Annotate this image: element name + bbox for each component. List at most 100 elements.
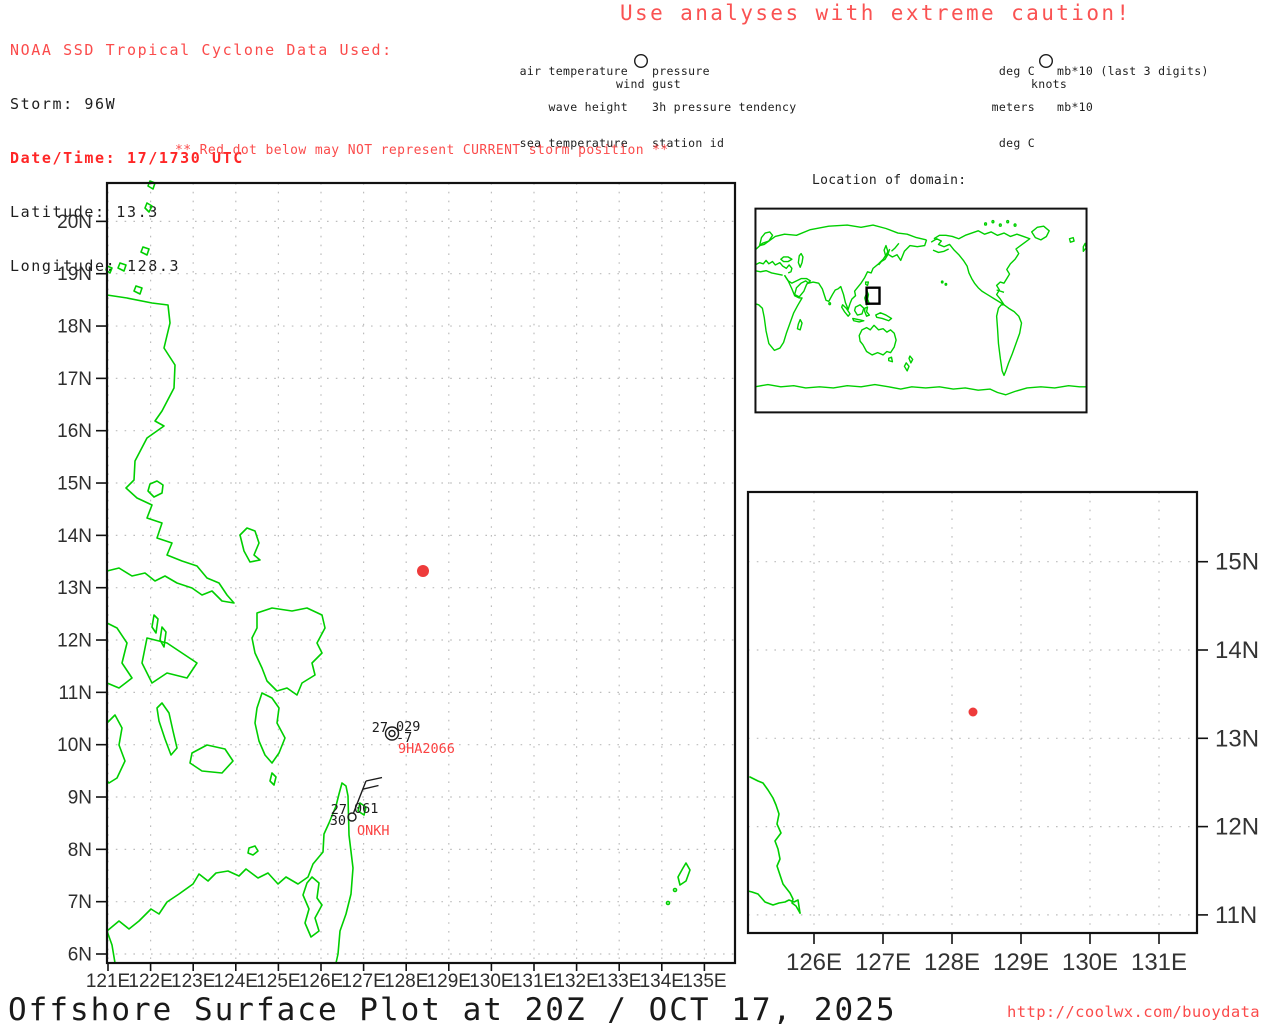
island [270,773,276,785]
island-sulawesi [865,307,870,316]
lat-tick-label: 11N [1215,902,1257,929]
coast-panay [107,623,132,688]
lon-tick-label: 122E [128,971,172,992]
lon-tick-label: 130E [1062,949,1118,976]
inset-axes: 126E127E128E129E130E131E15N14N13N12N11N [786,549,1259,976]
station-plot-9HA2066: 27 029 -7 9HA2066 [372,719,455,757]
noaa-data-line: NOAA SSD Tropical Cyclone Data Used: [10,41,393,59]
lon-tick-label: 135E [682,971,726,992]
lat-tick-label: 13N [1215,725,1259,752]
sri-lanka [829,303,831,305]
plot-title: Offshore Surface Plot at 20Z / OCT 17, 2… [8,992,897,1024]
unit-deg-c-1: deg C [835,65,1035,77]
island-polillo [148,481,163,497]
islet [674,889,677,892]
lat-tick-label: 11N [59,683,92,704]
lat-tick-label: 8N [68,840,92,861]
caspian-sea [798,254,803,268]
lon-tick-label: 134E [640,971,684,992]
arctic-island [985,223,987,225]
lat-tick-label: 18N [57,317,92,338]
main-map: 121E122E123E124E125E126E127E128E129E130E… [50,175,750,997]
black-sea [781,257,792,262]
island-borneo [855,305,864,315]
coast-europe [755,260,792,273]
legend-wave-height: wave height [428,101,628,113]
arctic-island [1007,221,1009,223]
station-legend-fields-right: pressure 3h pressure tendency station id [652,41,796,173]
lat-tick-label: 20N [57,212,92,233]
kuril-islands [891,243,898,251]
lat-tick-label: 19N [57,264,92,285]
lon-tick-label: 132E [554,971,598,992]
island-new-guinea [876,313,892,321]
inset-coastlines [748,777,800,913]
lon-tick-label: 130E [469,971,513,992]
station-circle-icon [633,53,649,69]
australia [859,325,896,355]
lat-tick-label: 17N [57,369,92,390]
hawaii [945,283,946,285]
lon-tick-label: 127E [341,971,385,992]
buoy-plot-page: NOAA SSD Tropical Cyclone Data Used: Sto… [0,0,1280,1024]
coast-med-south [755,271,783,276]
source-url-link[interactable]: http://coolwx.com/buoydata [1007,1003,1260,1021]
new-zealand-north [909,356,913,363]
lon-tick-label: 125E [256,971,300,992]
lon-tick-label: 124E [214,971,258,992]
lat-tick-label: 14N [1215,637,1259,664]
lon-tick-label: 131E [512,971,556,992]
lon-tick-label: 126E [299,971,343,992]
island-dinagat [303,877,322,937]
lon-tick-label: 129E [993,949,1049,976]
island-tasmania [889,357,893,362]
storm-position-warning: ** Red dot below may NOT represent CURRE… [175,143,669,158]
island-catanduanes [240,528,260,562]
island [152,615,158,633]
island-palau [678,863,690,885]
station-pressure: 061 [354,801,378,817]
island [118,263,126,271]
unit-mb10: mb*10 [1057,101,1209,113]
unit-meters: meters [835,101,1035,113]
legend-air-temperature: air temperature [428,65,628,77]
station-id: 9HA2066 [398,741,455,757]
lat-tick-label: 15N [1215,549,1259,576]
lat-tick-label: 16N [57,421,92,442]
main-map-axes: 121E122E123E124E125E126E127E128E129E130E… [57,212,726,992]
units-circle-icon [1038,53,1054,69]
legend-station-id: station id [652,137,796,149]
coast-north-america-west [931,239,1004,305]
island-leyte [255,693,285,763]
coast-luzon [107,295,234,603]
legend-wind-gust: wind gust [616,78,681,90]
coast-mindanao [107,783,353,963]
arctic-island [1014,224,1016,226]
coast-antarctica [755,385,1087,395]
island-bohol [190,745,233,773]
station-id: ONKH [357,823,390,839]
island-samar [252,608,325,695]
island-camiguin [248,846,258,855]
lon-tick-label: 121E [86,971,130,992]
island [134,286,142,294]
coast-asia [785,240,927,309]
islet [667,902,670,905]
greenland [1032,226,1050,240]
coast-mindanao-south [748,891,800,913]
lon-tick-label: 127E [855,949,911,976]
south-america [997,305,1022,376]
world-coastlines [755,221,1087,395]
units-legend-right: mb*10 (last 3 digits) mb*10 [1057,41,1209,137]
new-zealand-south [904,363,909,371]
island-taiwan [866,282,869,285]
station-sea-temp: 30 [330,813,346,829]
unit-knots: knots [1031,78,1067,90]
lat-tick-label: 12N [57,631,92,652]
storm-id-line: Storm: 96W [10,95,393,113]
station-circle-glyph [635,55,648,68]
units-circle-glyph [1040,55,1053,68]
station-circle-inner [389,731,395,737]
storm-position-dot-inset [969,708,978,717]
island-cebu [157,703,177,755]
